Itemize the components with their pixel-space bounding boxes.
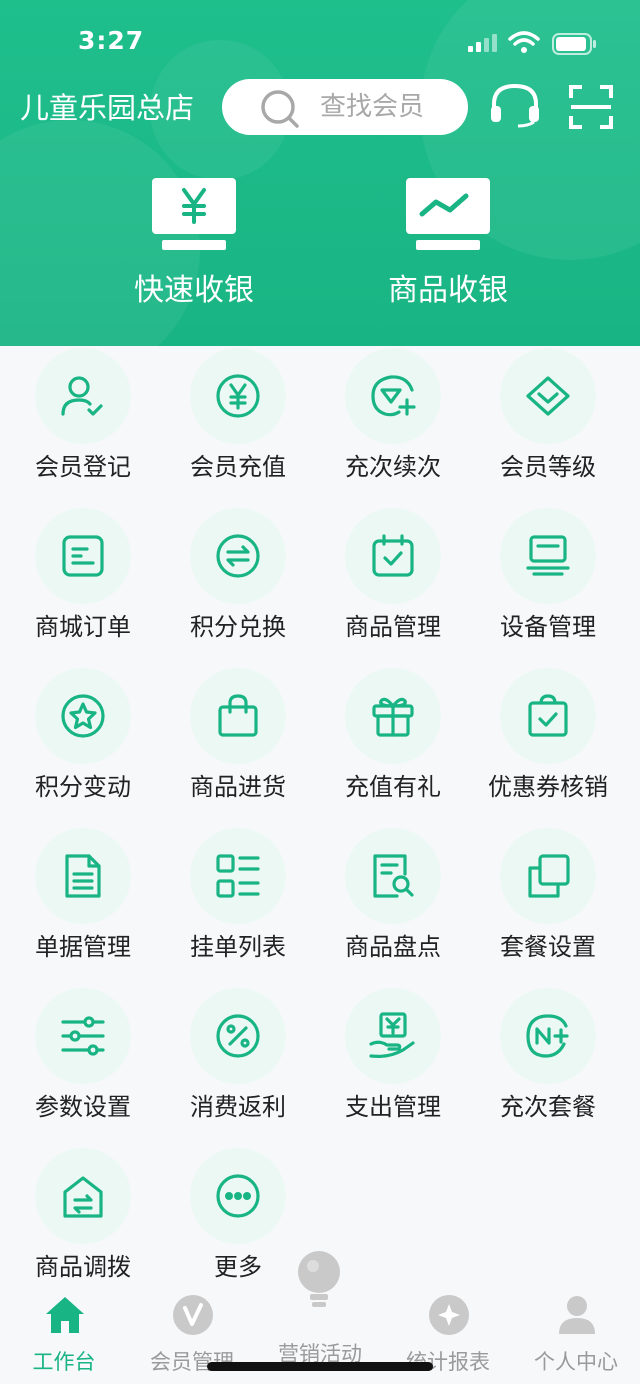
- order-doc-icon: [62, 535, 104, 577]
- yen-monitor-icon: [152, 178, 236, 250]
- more-icon: [216, 1174, 260, 1218]
- grid-item-product-purchase[interactable]: 商品进货: [158, 666, 313, 826]
- hand-yen-icon: [369, 1012, 415, 1058]
- grid-item-label: 商品进货: [190, 773, 286, 801]
- quick-cashier-label: 快速收银: [134, 273, 254, 308]
- tab-label: 工作台: [32, 1350, 96, 1374]
- calendar-check-icon: [372, 534, 414, 577]
- tab-label: 统计报表: [406, 1350, 490, 1374]
- tab-label: 会员管理: [150, 1350, 234, 1374]
- grid-item-label: 充次续次: [345, 453, 441, 481]
- grid-item-member-recharge[interactable]: 会员充值: [158, 346, 313, 506]
- member-icon: [173, 1295, 213, 1335]
- tab-workbench[interactable]: 工作台: [0, 1284, 128, 1384]
- coupon-check-icon: [528, 694, 568, 737]
- header-banner: 3:27 儿童乐园总店 查找会员 快速收银 商品收银: [0, 0, 640, 346]
- search-placeholder: 查找会员: [320, 92, 425, 122]
- home-indicator[interactable]: [207, 1362, 433, 1371]
- diamond-plus-icon: [371, 375, 416, 417]
- document-icon: [65, 854, 101, 898]
- battery-icon: [552, 33, 596, 55]
- list-icon: [216, 854, 260, 898]
- grid-item-device-management[interactable]: 设备管理: [468, 506, 623, 666]
- report-icon: [429, 1295, 469, 1335]
- grid-item-member-register[interactable]: 会员登记: [3, 346, 158, 506]
- home-icon: [46, 1297, 84, 1333]
- grid-item-label: 支出管理: [345, 1093, 441, 1121]
- tab-personal-center[interactable]: 个人中心: [512, 1284, 640, 1384]
- grid-item-member-level[interactable]: 会员等级: [468, 346, 623, 506]
- grid-item-label: 会员等级: [500, 453, 596, 481]
- store-name[interactable]: 儿童乐园总店: [20, 88, 194, 128]
- exchange-icon: [216, 534, 260, 578]
- grid-item-label: 积分兑换: [190, 613, 286, 641]
- grid-item-label: 优惠券核销: [488, 773, 608, 801]
- chart-monitor-icon: [406, 178, 490, 250]
- grid-item-parameter-settings[interactable]: 参数设置: [3, 986, 158, 1146]
- member-search-input[interactable]: 查找会员: [222, 79, 468, 135]
- grid-item-label: 参数设置: [35, 1093, 131, 1121]
- grid-item-points-exchange[interactable]: 积分兑换: [158, 506, 313, 666]
- grid-item-label: 商品调拨: [35, 1253, 131, 1281]
- inventory-search-icon: [373, 854, 414, 898]
- grid-item-label: 设备管理: [500, 613, 596, 641]
- wifi-icon: [508, 31, 540, 53]
- grid-item-recharge-gift[interactable]: 充值有礼: [313, 666, 468, 826]
- signal-icon: [468, 34, 497, 52]
- grid-item-pending-orders[interactable]: 挂单列表: [158, 826, 313, 986]
- status-bar: 3:27: [0, 0, 640, 80]
- grid-item-label: 单据管理: [35, 933, 131, 961]
- person-icon: [559, 1296, 595, 1334]
- grid-item-label: 会员充值: [190, 453, 286, 481]
- yen-circle-icon: [216, 374, 260, 418]
- copy-icon: [528, 854, 570, 898]
- grid-item-stock-take[interactable]: 商品盘点: [313, 826, 468, 986]
- scan-icon[interactable]: [568, 84, 614, 130]
- grid-item-label: 商品盘点: [345, 933, 441, 961]
- grid-item-expense-management[interactable]: 支出管理: [313, 986, 468, 1146]
- grid-item-package-settings[interactable]: 套餐设置: [468, 826, 623, 986]
- gift-icon: [372, 697, 414, 737]
- grid-item-label: 消费返利: [190, 1093, 286, 1121]
- percent-icon: [216, 1014, 260, 1058]
- user-check-icon: [61, 376, 103, 416]
- star-circle-icon: [61, 694, 105, 738]
- grid-item-times-package[interactable]: 充次套餐: [468, 986, 623, 1146]
- product-cashier-button[interactable]: 商品收银: [348, 176, 548, 316]
- grid-item-label: 套餐设置: [500, 933, 596, 961]
- grid-item-label: 商城订单: [35, 613, 131, 641]
- shopping-bag-icon: [218, 694, 258, 737]
- grid-item-product-management[interactable]: 商品管理: [313, 506, 468, 666]
- bulb-icon: [298, 1251, 340, 1307]
- search-icon: [261, 90, 299, 128]
- grid-item-label: 挂单列表: [190, 933, 286, 961]
- diamond-icon: [526, 376, 570, 416]
- headset-icon[interactable]: [488, 82, 542, 128]
- quick-cashier-button[interactable]: 快速收银: [94, 176, 294, 316]
- grid-item-coupon-redeem[interactable]: 优惠券核销: [468, 666, 623, 826]
- n-plus-icon: [526, 1014, 569, 1058]
- status-time: 3:27: [78, 26, 145, 55]
- device-icon: [526, 535, 570, 576]
- transfer-icon: [63, 1176, 103, 1218]
- grid-item-label: 会员登记: [35, 453, 131, 481]
- tab-label: 个人中心: [534, 1350, 618, 1374]
- grid-item-consumption-rebate[interactable]: 消费返利: [158, 986, 313, 1146]
- grid-item-recharge-times[interactable]: 充次续次: [313, 346, 468, 506]
- grid-item-label: 积分变动: [35, 773, 131, 801]
- grid-item-product-transfer[interactable]: 商品调拨: [3, 1146, 158, 1306]
- grid-item-label: 商品管理: [345, 613, 441, 641]
- grid-item-points-change[interactable]: 积分变动: [3, 666, 158, 826]
- grid-item-mall-orders[interactable]: 商城订单: [3, 506, 158, 666]
- grid-item-label: 充次套餐: [500, 1093, 596, 1121]
- grid-item-label: 充值有礼: [345, 773, 441, 801]
- grid-item-document-management[interactable]: 单据管理: [3, 826, 158, 986]
- product-cashier-label: 商品收银: [388, 273, 508, 308]
- sliders-icon: [61, 1016, 105, 1056]
